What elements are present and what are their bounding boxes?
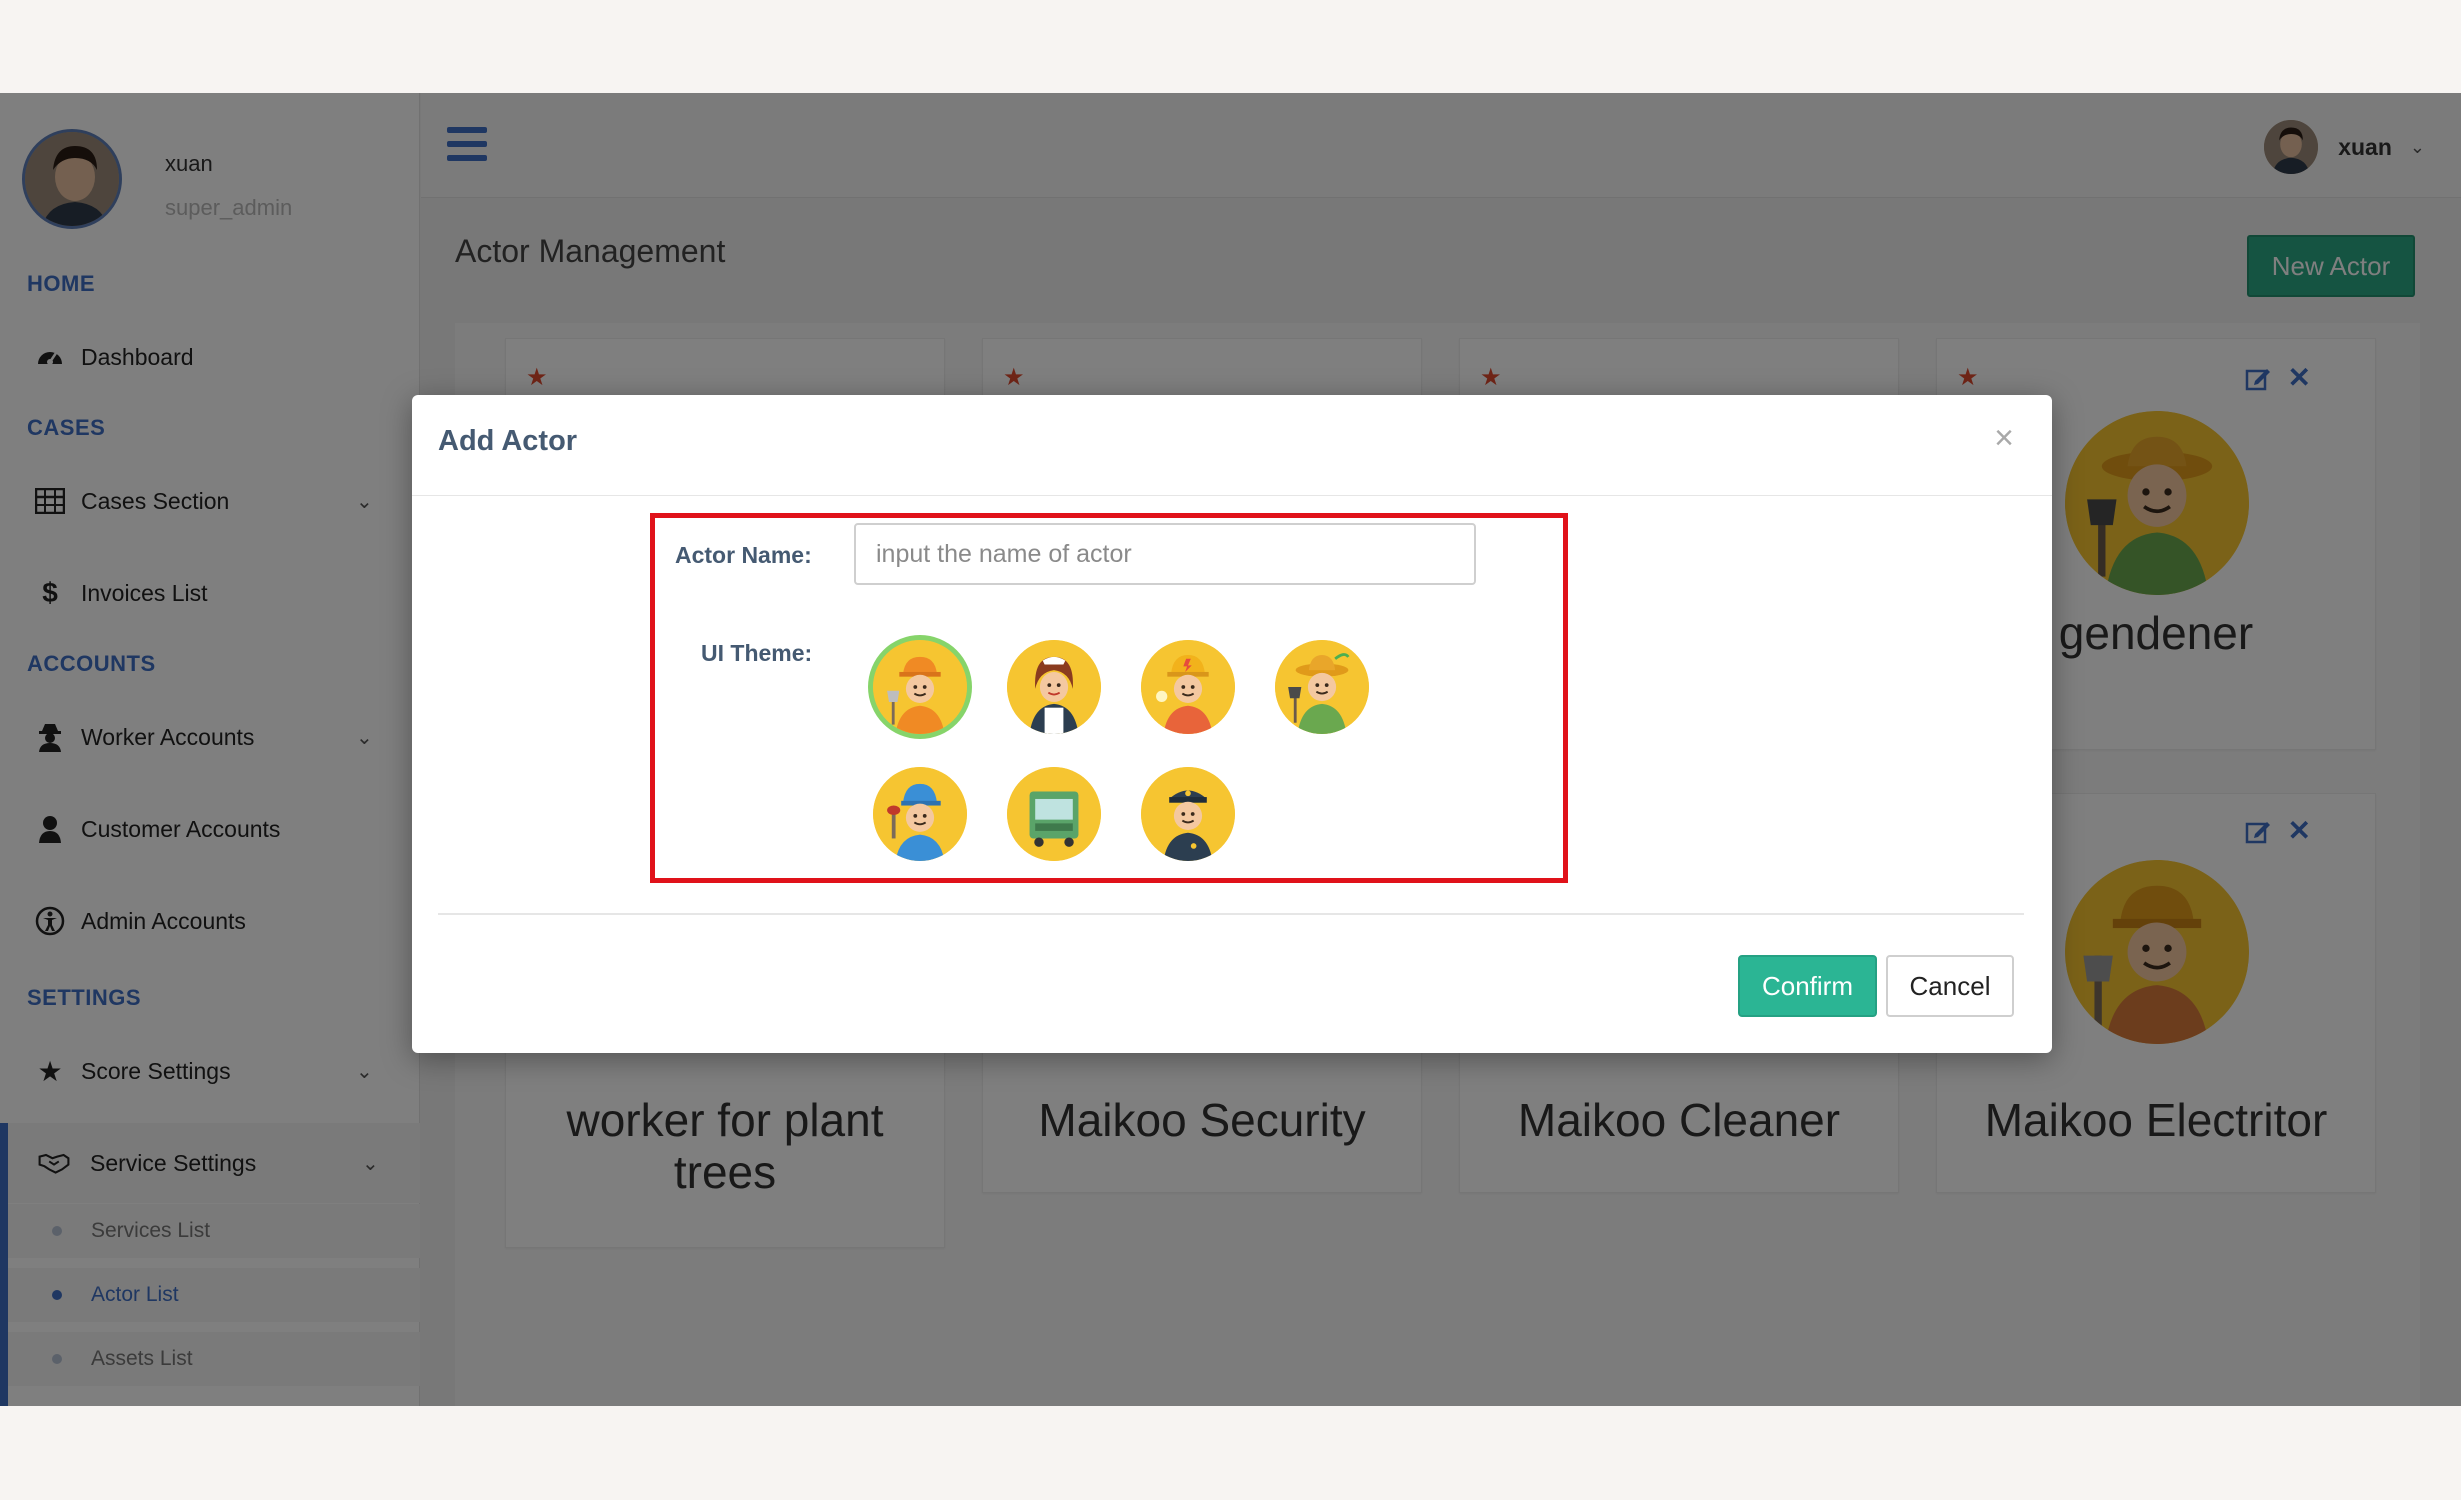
close-icon[interactable]: × — [1994, 419, 2014, 458]
actor-name-input[interactable] — [854, 523, 1476, 585]
divider — [412, 495, 2052, 496]
theme-option-plumber[interactable] — [873, 767, 967, 861]
confirm-button[interactable]: Confirm — [1738, 955, 1877, 1017]
theme-option-security-guard[interactable] — [1141, 767, 1235, 861]
theme-option-cleaner-woman[interactable] — [1007, 640, 1101, 734]
ui-theme-label: UI Theme: — [701, 640, 813, 666]
theme-option-worker[interactable] — [873, 640, 967, 734]
theme-option-electrician[interactable] — [1141, 640, 1235, 734]
cancel-button[interactable]: Cancel — [1886, 955, 2014, 1017]
theme-option-truck[interactable] — [1007, 767, 1101, 861]
actor-name-label: Actor Name: — [675, 542, 812, 568]
bottom-margin-band — [0, 1406, 2461, 1500]
top-margin-band — [0, 0, 2461, 93]
add-actor-dialog: Add Actor × Actor Name: UI Theme: — [412, 395, 2052, 1053]
theme-option-gardener[interactable] — [1275, 640, 1369, 734]
dialog-title: Add Actor — [438, 425, 578, 457]
divider — [438, 913, 2024, 915]
app-window: xuan super_admin HOME Dashboard CASES Ca… — [0, 93, 2461, 1406]
